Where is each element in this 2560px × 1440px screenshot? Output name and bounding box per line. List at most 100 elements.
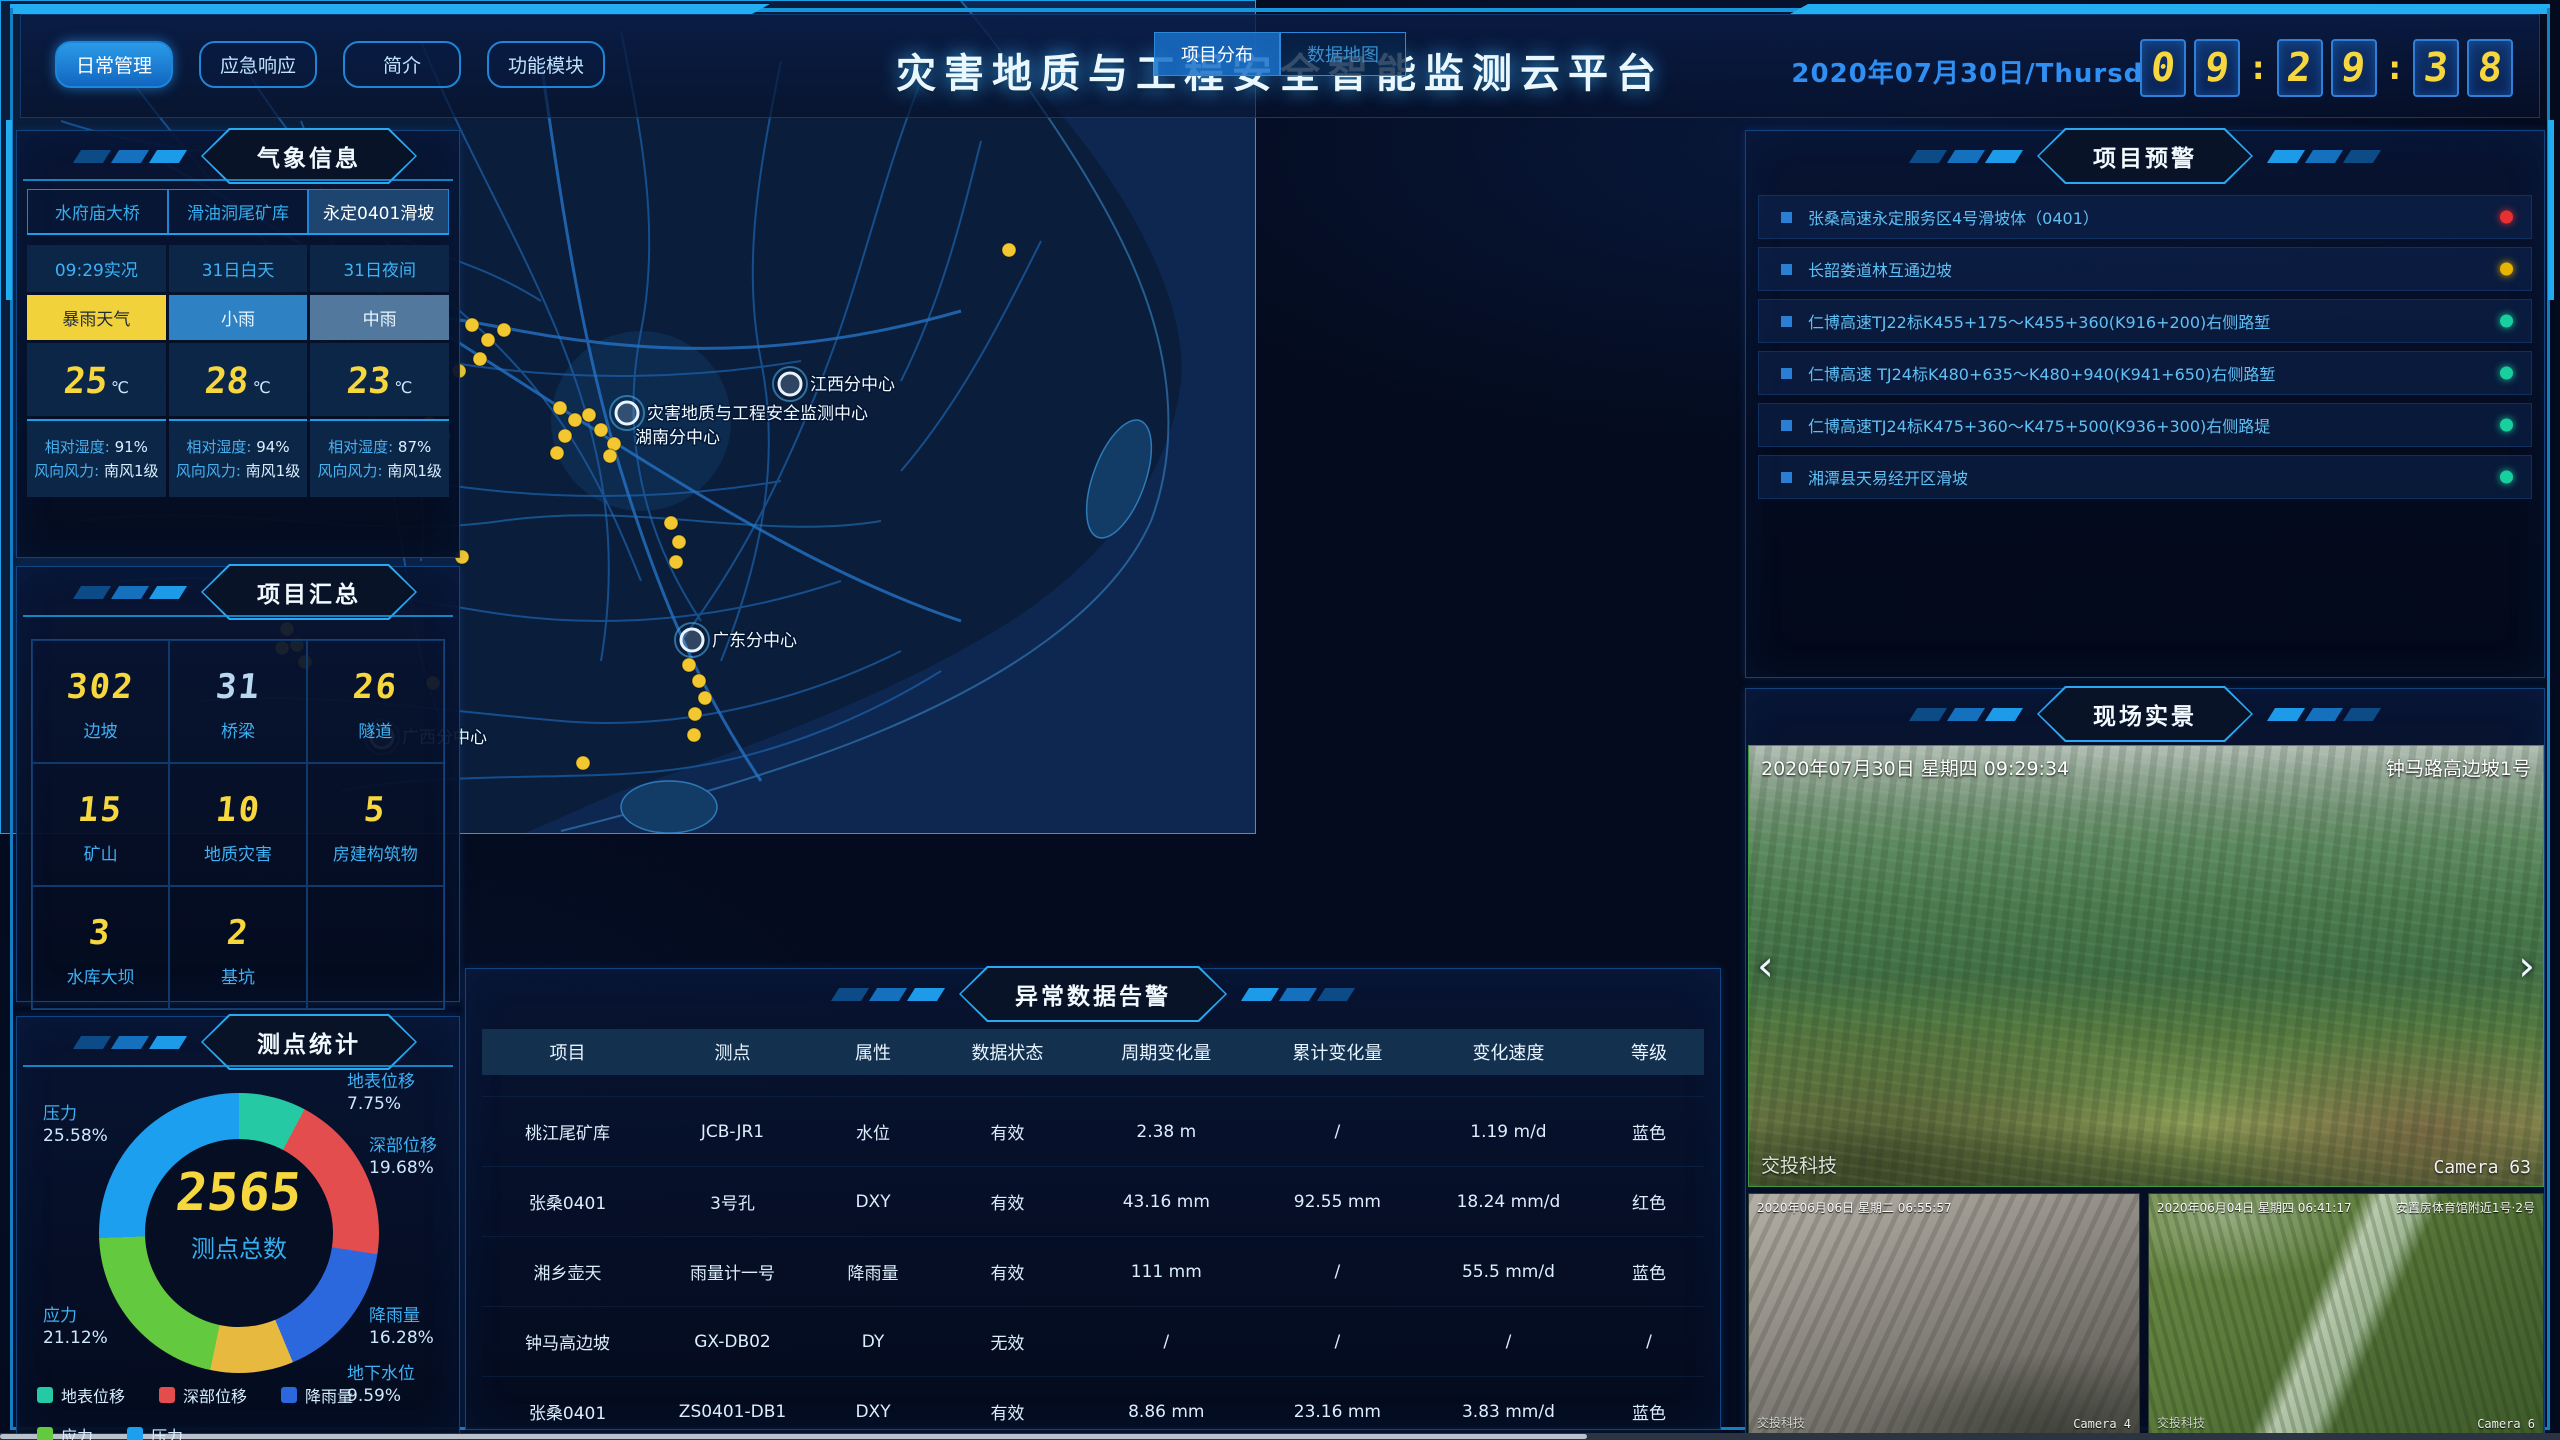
warning-status-dot (2500, 315, 2513, 328)
total-points-label: 测点总数 (99, 1229, 379, 1264)
project-location-dot[interactable] (669, 555, 683, 569)
project-location-dot[interactable] (594, 423, 608, 437)
abnormal-data-alerts-panel: 异常数据告警 项目测点 属性数据状态 周期变化量累计变化量 变化速度等级 湘乡尾… (465, 968, 1721, 1430)
project-location-dot[interactable] (698, 691, 712, 705)
map-marker-label: 灾害地质与工程安全监测中心 (647, 404, 868, 424)
legend-rainfall[interactable]: 降雨量 (281, 1383, 353, 1407)
project-location-dot[interactable] (568, 413, 582, 427)
header-decoration (77, 150, 183, 163)
weather-panel: 气象信息 水府庙大桥 滑油洞尾矿库 永定0401滑坡 09:29实况 暴雨天气 … (16, 130, 460, 558)
project-location-dot[interactable] (558, 429, 572, 443)
nav-daily-management[interactable]: 日常管理 (55, 41, 173, 88)
weather-tab-yongding[interactable]: 永定0401滑坡 (308, 189, 449, 233)
project-location-dot[interactable] (688, 707, 702, 721)
carousel-next-icon[interactable]: › (2518, 945, 2535, 987)
project-location-dot[interactable] (497, 323, 511, 337)
warning-status-dot (2500, 419, 2513, 432)
table-row[interactable]: 湘乡尾矿库4号孔 DXY有效 10.12 mm15.97 5.46 mm/d橙色 (482, 1075, 1704, 1097)
warning-item[interactable]: 仁博高速 TJ24标K480+635～K480+940(K941+650)右侧路… (1758, 351, 2532, 395)
map-tab-project-distribution[interactable]: 项目分布 (1154, 32, 1256, 76)
weather-condition: 中雨 (310, 295, 449, 340)
abnormal-data-alerts-title: 异常数据告警 (961, 968, 1225, 1020)
project-location-dot[interactable] (1002, 243, 1016, 257)
clock-digit-box: 8 (2467, 39, 2513, 97)
camera-timestamp: 2020年07月30日 星期四 09:29:34 (1761, 754, 2069, 781)
stat-geo-hazards: 10地质灾害 (169, 763, 306, 886)
main-camera-feed[interactable]: 2020年07月30日 星期四 09:29:34 钟马路高边坡1号 交投科技 C… (1748, 745, 2544, 1187)
nav-function-modules[interactable]: 功能模块 (487, 41, 605, 88)
stat-empty (307, 886, 444, 1009)
table-row[interactable]: 张桑04013号孔 DXY有效 43.16 mm92.55 mm 18.24 m… (482, 1167, 1704, 1237)
nav-emergency-response[interactable]: 应急响应 (199, 41, 317, 88)
scrollbar-thumb[interactable] (0, 1434, 1587, 1439)
header-decoration (77, 1036, 183, 1049)
table-row[interactable]: 桃江尾矿库JCB-JR1 水位有效 2.38 m/ 1.19 m/d蓝色 (482, 1097, 1704, 1167)
bullet-icon (1781, 316, 1792, 327)
warning-status-dot (2500, 471, 2513, 484)
label-groundwater: 地下水位9.59% (347, 1363, 415, 1407)
weather-tab-huayoudong[interactable]: 滑油洞尾矿库 (168, 189, 309, 233)
branch-center-marker[interactable] (616, 402, 638, 424)
project-location-dot[interactable] (473, 352, 487, 366)
project-location-dot[interactable] (692, 674, 706, 688)
warning-item[interactable]: 仁博高速TJ24标K475+360～K475+500(K936+300)右侧路堤 (1758, 403, 2532, 447)
warning-list: 张桑高速永定服务区4号滑坡体（0401） 长韶娄道林互通边坡 仁博高速TJ22标… (1758, 195, 2532, 499)
camera-thumbnail-1[interactable]: 2020年06月06日 星期二 06:55:57 交投科技 Camera 4 (1748, 1193, 2140, 1437)
stat-buildings: 5房建构筑物 (307, 763, 444, 886)
map-marker-label: 湖南分中心 (635, 428, 720, 448)
clock-digit-box: 0 (2140, 39, 2186, 97)
date-display: 2020年07月30日/Thursday (1791, 53, 2179, 90)
warning-item[interactable]: 湘潭县天易经开区滑坡 (1758, 455, 2532, 499)
legend-pressure[interactable]: 压力 (127, 1423, 183, 1440)
camera-timestamp: 2020年06月04日 星期四 06:41:17 (2157, 1199, 2352, 1216)
legend-deep-disp[interactable]: 深部位移 (159, 1383, 247, 1407)
legend-surface-disp[interactable]: 地表位移 (37, 1383, 125, 1407)
project-location-dot[interactable] (550, 446, 564, 460)
branch-center-marker[interactable] (779, 373, 801, 395)
project-location-dot[interactable] (687, 728, 701, 742)
project-location-dot[interactable] (465, 318, 479, 332)
weather-condition: 小雨 (169, 295, 308, 340)
stat-mines: 15矿山 (32, 763, 169, 886)
clock-colon: : (2385, 48, 2405, 88)
nav-introduction[interactable]: 简介 (343, 41, 461, 88)
table-row[interactable]: 钟马高边坡GX-DB02 DY无效 // // (482, 1307, 1704, 1377)
header-decoration (77, 586, 183, 599)
warning-item[interactable]: 张桑高速永定服务区4号滑坡体（0401） (1758, 195, 2532, 239)
weather-tab-shuifumiao[interactable]: 水府庙大桥 (27, 189, 168, 233)
project-location-dot[interactable] (664, 516, 678, 530)
weather-col-now: 09:29实况 暴雨天气 25℃ 相对湿度: 91% 风向风力: 南风1级 (27, 245, 166, 497)
weather-tabs: 水府庙大桥 滑油洞尾矿库 永定0401滑坡 (27, 189, 449, 235)
donut-legend-row2: 应力 压力 (37, 1423, 183, 1440)
project-location-dot[interactable] (553, 401, 567, 415)
table-row[interactable]: 张桑0401ZS0401-DB1 DXY有效 8.86 mm23.16 mm 3… (482, 1377, 1704, 1423)
stat-slopes: 302边坡 (32, 640, 169, 763)
bullet-icon (1781, 368, 1792, 379)
measure-point-stats-title: 测点统计 (203, 1016, 415, 1068)
project-location-dot[interactable] (682, 658, 696, 672)
project-location-dot[interactable] (481, 333, 495, 347)
carousel-prev-icon[interactable]: ‹ (1757, 945, 1774, 987)
horizontal-scrollbar[interactable] (0, 1433, 2560, 1440)
weather-temp: 25℃ (27, 343, 166, 416)
weather-col-day: 31日白天 小雨 28℃ 相对湿度: 94% 风向风力: 南风1级 (169, 245, 308, 497)
donut-chart-area: 2565 测点总数 压力25.58% 地表位移7.75% 深部位移19.68% … (17, 1067, 459, 1427)
warning-item[interactable]: 长韶娄道林互通边坡 (1758, 247, 2532, 291)
bullet-icon (1781, 420, 1792, 431)
branch-center-marker[interactable] (681, 629, 703, 651)
project-location-dot[interactable] (672, 535, 686, 549)
digital-clock: 0 9 : 2 9 : 3 8 (2140, 39, 2513, 97)
header-decoration (1245, 988, 1351, 1001)
table-row[interactable]: 湘乡壶天雨量计一号 降雨量有效 111 mm/ 55.5 mm/d蓝色 (482, 1237, 1704, 1307)
project-location-dot[interactable] (582, 408, 596, 422)
donut-legend-row1: 地表位移 深部位移 降雨量 (37, 1383, 353, 1407)
camera-thumbnail-2[interactable]: 2020年06月04日 星期四 06:41:17 安置房体育馆附近1号·2号 交… (2148, 1193, 2544, 1437)
warning-item[interactable]: 仁博高速TJ22标K455+175～K455+360(K916+200)右侧路堑 (1758, 299, 2532, 343)
camera-id-label: Camera 63 (2433, 1157, 2531, 1178)
project-location-dot[interactable] (603, 449, 617, 463)
donut-center: 2565 测点总数 (99, 1163, 379, 1264)
warning-status-dot (2500, 211, 2513, 224)
project-summary-panel: 项目汇总 302边坡 31桥梁 26隧道 15矿山 10地质灾害 5房建构筑物 … (16, 566, 460, 1002)
project-location-dot[interactable] (576, 756, 590, 770)
legend-stress[interactable]: 应力 (37, 1423, 93, 1440)
